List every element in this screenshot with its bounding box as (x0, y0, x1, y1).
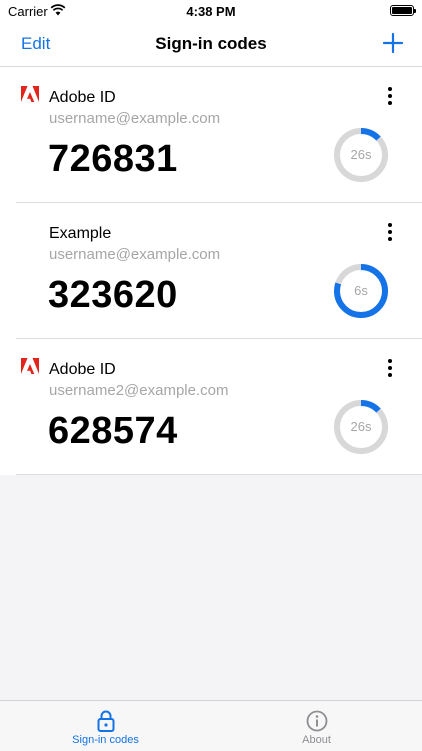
tab-label: Sign-in codes (72, 734, 139, 746)
account-list: Adobe ID username@example.com 726831 26s… (0, 67, 422, 475)
account-email: username@example.com (49, 246, 221, 263)
account-email: username2@example.com (49, 382, 229, 399)
timer-label: 26s (350, 419, 372, 434)
more-options-icon[interactable] (386, 359, 394, 381)
sign-in-code[interactable]: 726831 (48, 138, 178, 181)
clock: 4:38 PM (186, 4, 236, 19)
account-name: Adobe ID (49, 361, 116, 378)
plus-icon[interactable] (382, 32, 404, 54)
adobe-logo-icon (21, 86, 39, 102)
battery-icon (390, 5, 416, 16)
page-title: Sign-in codes (155, 34, 267, 53)
account-name: Example (49, 225, 112, 242)
tab-about[interactable]: About (211, 701, 422, 751)
timer-label: 26s (350, 147, 372, 162)
tab-bar: Sign-in codes About (0, 700, 422, 751)
timer-label: 6s (354, 283, 368, 298)
adobe-logo-icon (21, 358, 39, 374)
lock-icon (97, 710, 114, 732)
tab-sign-in-codes[interactable]: Sign-in codes (0, 701, 211, 751)
more-options-icon[interactable] (386, 87, 394, 109)
account-email: username@example.com (49, 110, 221, 127)
navigation-bar: Edit Sign-in codes (0, 22, 422, 67)
sign-in-code[interactable]: 628574 (48, 410, 178, 453)
info-icon (306, 710, 327, 732)
more-options-icon[interactable] (386, 223, 394, 245)
divider (16, 474, 422, 475)
account-card[interactable]: Adobe ID username@example.com 726831 26s (0, 67, 422, 203)
tab-label: About (302, 734, 331, 746)
account-name: Adobe ID (49, 89, 116, 106)
account-card[interactable]: Adobe ID username2@example.com 628574 26… (0, 339, 422, 475)
account-card[interactable]: Example username@example.com 323620 6s (0, 203, 422, 339)
sign-in-code[interactable]: 323620 (48, 274, 178, 317)
status-bar: Carrier 4:38 PM (0, 0, 422, 22)
